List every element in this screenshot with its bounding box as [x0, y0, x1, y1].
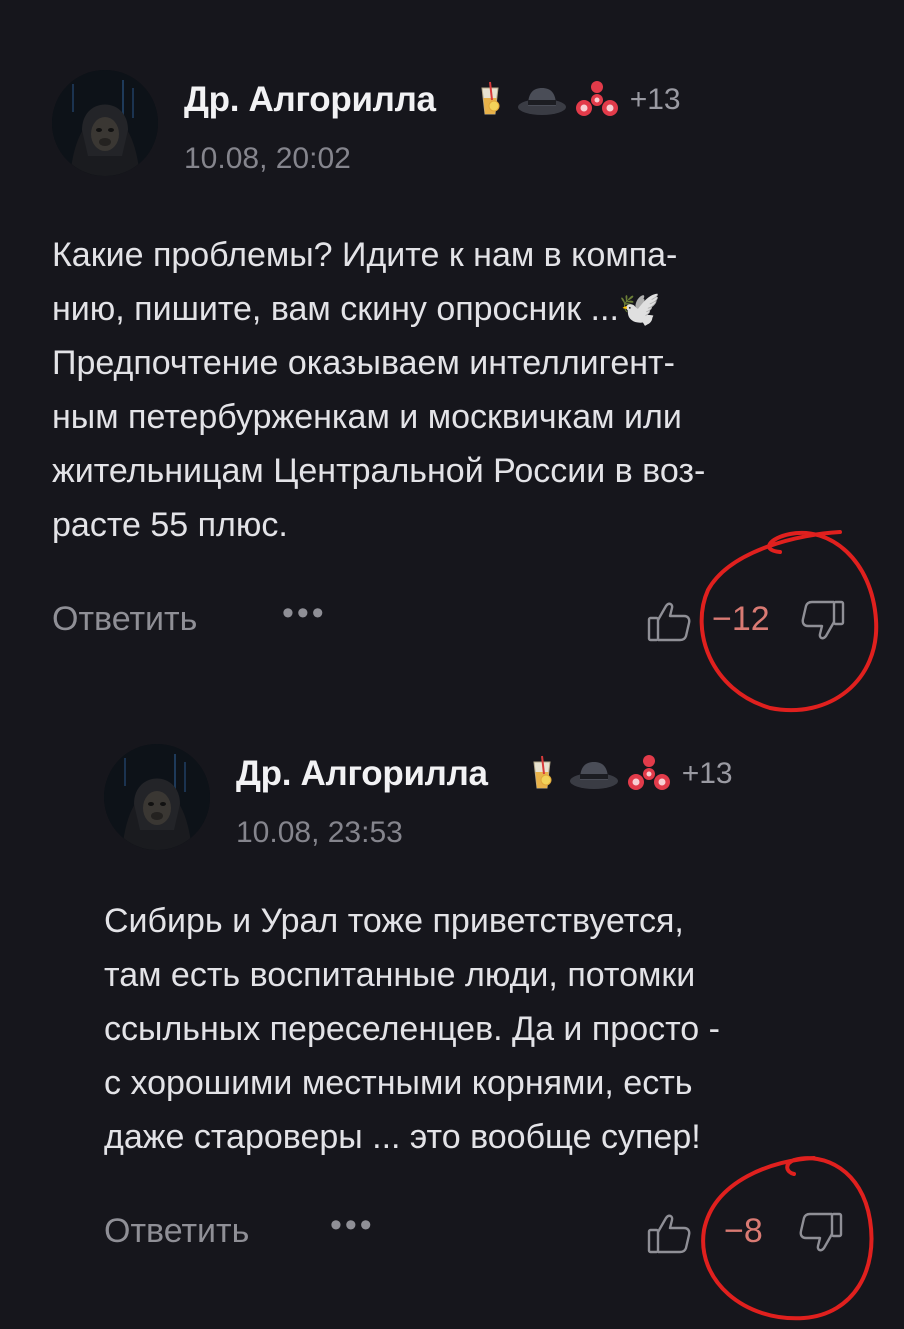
- thumbs-up-icon[interactable]: [646, 598, 692, 644]
- author-name[interactable]: Др. Алгорилла: [236, 754, 488, 794]
- comment-header: Др. Алгорилла: [52, 70, 872, 180]
- comment-text: Какие проблемы? Идите к нам в компа- нию…: [52, 236, 706, 544]
- thumbs-down-icon[interactable]: [800, 598, 846, 644]
- rating-score: −8: [724, 1212, 763, 1250]
- hat-icon[interactable]: [516, 80, 568, 120]
- fidget-spinner-icon[interactable]: [626, 754, 672, 794]
- avatar[interactable]: [104, 744, 210, 850]
- thumbs-down-icon[interactable]: [798, 1210, 844, 1256]
- rating-score: −12: [712, 600, 770, 638]
- comment-time: 10.08, 23:53: [236, 816, 403, 849]
- avatar[interactable]: [52, 70, 158, 176]
- more-options-button[interactable]: •••: [282, 594, 327, 633]
- badge-list: +13: [470, 80, 681, 120]
- fidget-spinner-icon[interactable]: [574, 80, 620, 120]
- cocktail-icon[interactable]: [522, 754, 562, 794]
- author-line: Др. Алгорилла +13: [236, 754, 733, 794]
- comment-actions: Ответить ••• −12: [52, 588, 872, 658]
- comment-header: Др. Алгорилла: [104, 744, 874, 854]
- hat-icon[interactable]: [568, 754, 620, 794]
- thumbs-up-icon[interactable]: [646, 1210, 692, 1256]
- badge-list: +13: [522, 754, 733, 794]
- comment-time: 10.08, 20:02: [184, 142, 351, 175]
- comment-actions: Ответить ••• −8: [104, 1200, 874, 1270]
- author-line: Др. Алгорилла +13: [184, 80, 681, 120]
- more-options-button[interactable]: •••: [330, 1206, 375, 1245]
- author-name[interactable]: Др. Алгорилла: [184, 80, 436, 120]
- comment-reply: Др. Алгорилла +13 10.08, 23:53 Сибирь и …: [104, 744, 874, 1270]
- cocktail-icon[interactable]: [470, 80, 510, 120]
- comment: Др. Алгорилла +13 10.08, 20:02 Какие про…: [52, 70, 872, 658]
- more-badges-count[interactable]: +13: [630, 83, 681, 117]
- reply-button[interactable]: Ответить: [104, 1212, 249, 1251]
- comment-text: Сибирь и Урал тоже приветствуется, там е…: [104, 902, 720, 1156]
- reply-button[interactable]: Ответить: [52, 600, 197, 639]
- more-badges-count[interactable]: +13: [682, 757, 733, 791]
